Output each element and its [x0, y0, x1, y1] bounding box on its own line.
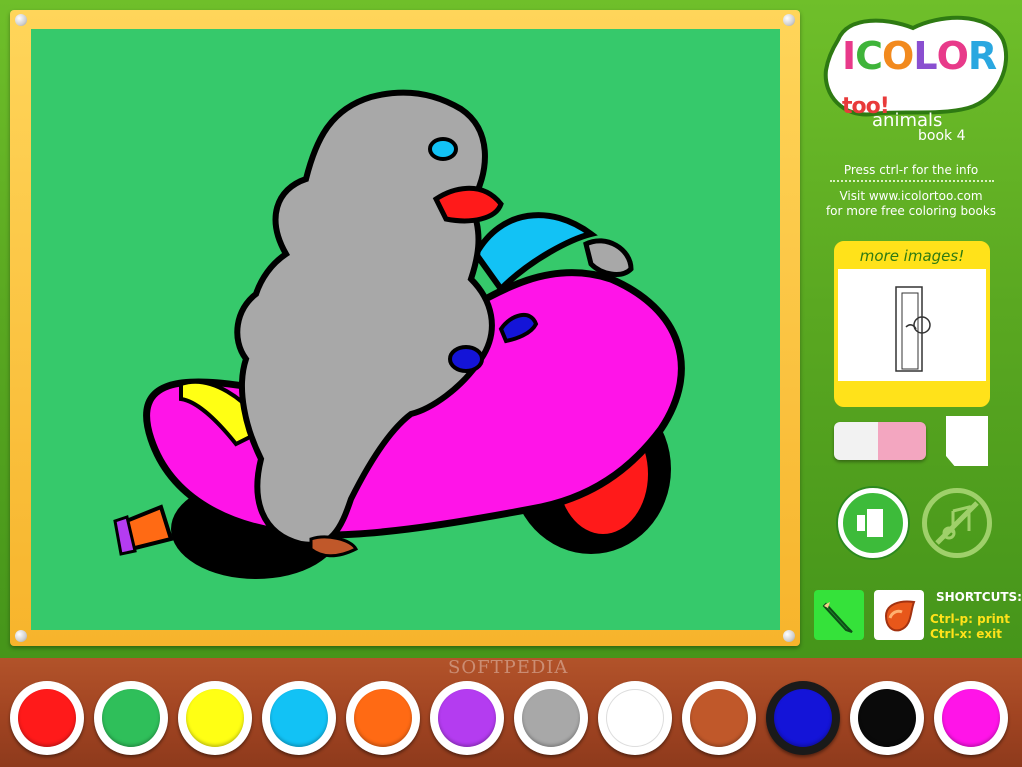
swatch-color-fill [18, 689, 76, 747]
speaker-icon [857, 509, 883, 537]
color-swatch-gray[interactable] [514, 681, 588, 755]
more-images-label: more images! [838, 245, 986, 269]
color-swatch-yellow[interactable] [178, 681, 252, 755]
gorilla-foot[interactable] [309, 535, 359, 558]
book-subtitle: book 4 [918, 128, 966, 144]
logo-letter: O [882, 34, 914, 78]
shortcut-print: Ctrl-p: print [930, 612, 1011, 626]
color-swatch-magenta[interactable] [934, 681, 1008, 755]
swatch-color-fill [774, 689, 832, 747]
fill-tool-button[interactable] [874, 590, 924, 640]
music-off-button[interactable] [922, 488, 992, 558]
logo-letter: C [855, 34, 883, 78]
swatch-color-fill [858, 689, 916, 747]
frame-pin [783, 630, 795, 642]
gorilla-hand[interactable] [583, 238, 634, 277]
info-hint: Press ctrl-r for the info [843, 163, 979, 177]
gorilla-mouth[interactable] [432, 185, 504, 224]
swatch-color-fill [270, 689, 328, 747]
color-swatch-cyan[interactable] [262, 681, 336, 755]
eraser-button[interactable] [834, 422, 926, 460]
color-swatch-purple[interactable] [430, 681, 504, 755]
info-divider [830, 180, 994, 182]
frame-pin [15, 630, 27, 642]
pencil-icon [822, 602, 853, 633]
frame-pin [783, 14, 795, 26]
color-swatch-blue[interactable] [766, 681, 840, 755]
more-images-card-footer [838, 381, 986, 403]
logo-letter: R [967, 34, 997, 78]
swatch-color-fill [522, 689, 580, 747]
website-promo-text: for more free coloring books [825, 204, 997, 218]
website-info: Visit www.icolortoo.com for more free co… [820, 189, 1002, 219]
music-mute-icon [935, 501, 979, 545]
gorilla-scooter-drawing[interactable] [31, 29, 780, 630]
sound-on-button[interactable] [838, 488, 908, 558]
swatch-color-fill [690, 689, 748, 747]
thumbnail-preview [895, 286, 931, 372]
scooter-handle-grip[interactable] [448, 345, 484, 373]
color-swatch-orange[interactable] [346, 681, 420, 755]
shortcut-exit: Ctrl-x: exit [930, 627, 1002, 641]
gorilla-eye[interactable] [428, 137, 458, 161]
pencil-tool-button[interactable] [814, 590, 864, 640]
new-page-button[interactable] [946, 416, 988, 466]
swatch-color-fill [102, 689, 160, 747]
app-logo: ICOLORtoo! [842, 34, 1022, 122]
swatch-color-fill [354, 689, 412, 747]
coloring-canvas[interactable] [31, 29, 780, 630]
logo-letter: I [842, 34, 856, 78]
swatch-color-fill [942, 689, 1000, 747]
more-images-button[interactable]: more images! [834, 241, 990, 407]
paint-drop-icon [884, 600, 916, 632]
logo-letter: L [913, 34, 937, 78]
swatch-color-fill [606, 689, 664, 747]
swatch-color-fill [438, 689, 496, 747]
website-url-text: Visit www.icolortoo.com [839, 189, 983, 203]
color-swatch-red[interactable] [10, 681, 84, 755]
frame-pin [15, 14, 27, 26]
watermark: SOFTPEDIA [448, 657, 569, 678]
color-swatch-brown[interactable] [682, 681, 756, 755]
color-swatch-green[interactable] [94, 681, 168, 755]
color-swatch-white[interactable] [598, 681, 672, 755]
logo-letter: O [936, 34, 969, 78]
swatch-color-fill [186, 689, 244, 747]
shortcuts-title: SHORTCUTS: [936, 590, 1022, 604]
color-swatch-black[interactable] [850, 681, 924, 755]
